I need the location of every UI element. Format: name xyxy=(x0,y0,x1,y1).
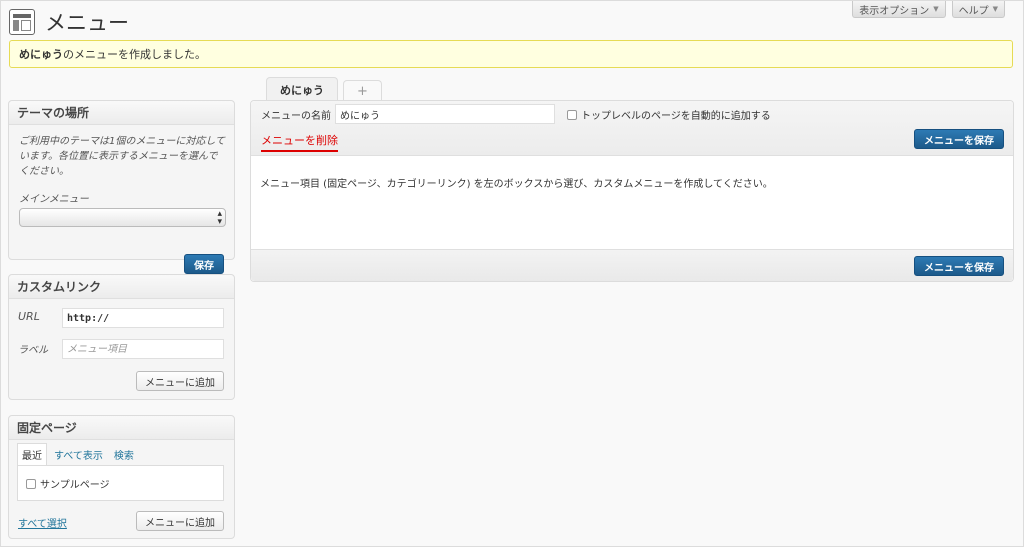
top-buttons: 表示オプション ▼ ヘルプ ▼ xyxy=(852,1,1005,18)
select-all-link[interactable]: すべて選択 xyxy=(18,515,67,530)
page-header: メニュー xyxy=(9,7,129,37)
page-item-label: サンプルページ xyxy=(40,480,110,491)
auto-add-option[interactable]: トップレベルのページを自動的に追加する xyxy=(567,107,771,122)
url-label: URL xyxy=(18,310,40,323)
link-text-input[interactable] xyxy=(62,339,224,359)
notice-menu-name: めにゅう xyxy=(19,48,63,61)
auto-add-label: トップレベルのページを自動的に追加する xyxy=(581,111,771,122)
editor-footer: メニューを保存 xyxy=(251,249,1013,281)
list-item[interactable]: サンプルページ xyxy=(26,476,215,491)
pages-title: 固定ページ xyxy=(9,416,234,440)
save-menu-button-bottom[interactable]: メニューを保存 xyxy=(914,256,1004,276)
pages-box: 固定ページ 最近 すべて表示 検索 サンプルページ すべて選択 メニューに追加 xyxy=(8,415,235,539)
tab-recent[interactable]: 最近 xyxy=(17,443,47,465)
menu-tabs: めにゅう + xyxy=(266,77,382,102)
url-input[interactable] xyxy=(62,308,224,328)
theme-locations-description: ご利用中のテーマは1個のメニューに対応しています。各位置に表示するメニューを選ん… xyxy=(19,136,226,177)
custom-links-box: カスタムリンク URL ラベル メニューに追加 xyxy=(8,274,235,400)
select-arrows-icon: ▴ ▾ xyxy=(217,209,222,227)
save-locations-button[interactable]: 保存 xyxy=(184,254,224,274)
menu-name-input[interactable] xyxy=(335,104,555,124)
triangle-down-icon: ▼ xyxy=(933,5,939,13)
plus-icon: + xyxy=(357,83,368,99)
editor-header: メニューの名前 トップレベルのページを自動的に追加する メニューを削除 メニュー… xyxy=(251,101,1013,156)
add-custom-link-button[interactable]: メニューに追加 xyxy=(136,371,224,391)
tab-search[interactable]: 検索 xyxy=(110,444,138,465)
add-menu-tab[interactable]: + xyxy=(343,80,382,101)
theme-locations-title: テーマの場所 xyxy=(9,101,234,125)
help-label: ヘルプ xyxy=(958,5,989,17)
menu-page-icon xyxy=(9,9,35,35)
main-menu-label: メインメニュー xyxy=(19,194,89,205)
menu-editor: メニューの名前 トップレベルのページを自動的に追加する メニューを削除 メニュー… xyxy=(250,100,1014,282)
main-menu-select[interactable]: ▴ ▾ xyxy=(19,208,226,227)
tab-show-all[interactable]: すべて表示 xyxy=(50,444,107,465)
theme-locations-box: テーマの場所 ご利用中のテーマは1個のメニューに対応しています。各位置に表示する… xyxy=(8,100,235,274)
page-checkbox[interactable] xyxy=(26,478,36,489)
delete-menu-link[interactable]: メニューを削除 xyxy=(261,132,338,152)
screen-options-button[interactable]: 表示オプション ▼ xyxy=(852,1,946,18)
screen-options-label: 表示オプション xyxy=(859,5,930,17)
pages-list: サンプルページ xyxy=(17,465,224,501)
add-pages-button[interactable]: メニューに追加 xyxy=(136,511,224,531)
editor-instructions: メニュー項目 (固定ページ、カテゴリーリンク) を左のボックスから選び、カスタム… xyxy=(260,179,773,190)
pages-tabs: 最近 すべて表示 検索 xyxy=(17,443,226,465)
notice-message: のメニューを作成しました。 xyxy=(63,48,206,61)
help-button[interactable]: ヘルプ ▼ xyxy=(951,1,1005,18)
save-menu-button-top[interactable]: メニューを保存 xyxy=(914,129,1004,149)
triangle-down-icon: ▼ xyxy=(992,5,998,13)
link-text-label: ラベル xyxy=(18,345,48,356)
success-notice: めにゅう のメニューを作成しました。 xyxy=(9,40,1013,68)
auto-add-checkbox[interactable] xyxy=(567,109,577,120)
page-title: メニュー xyxy=(45,11,129,35)
custom-links-title: カスタムリンク xyxy=(9,275,234,299)
tab-menu-active[interactable]: めにゅう xyxy=(266,77,338,102)
menu-name-label: メニューの名前 xyxy=(261,111,331,122)
